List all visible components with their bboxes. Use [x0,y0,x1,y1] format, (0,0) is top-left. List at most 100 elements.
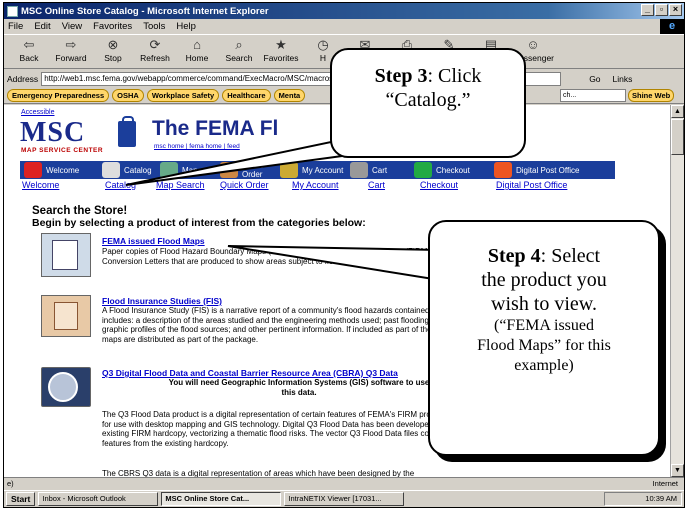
taskbar-item-msc-store[interactable]: MSC Online Store Cat... [161,492,282,506]
flood-maps-thumbnail[interactable] [41,233,91,277]
quick-order-icon [220,162,238,178]
toolbar-button-label: Home [185,53,209,63]
forward-arrow-icon: ⇨ [65,37,77,52]
step4-small-line1: (“FEMA issued [494,317,594,334]
nav-link-digital-post-office[interactable]: Digital Post Office [496,180,567,190]
nav-image-cart[interactable]: Cart [346,161,410,179]
menu-edit[interactable]: Edit [34,21,50,32]
nav-image-catalog[interactable]: Catalog [98,161,156,179]
accessible-link[interactable]: Accessible [21,109,54,116]
nav-image-checkout[interactable]: Checkout [410,161,490,179]
nav-text-links: Welcome Catalog Map Search Quick Order M… [20,180,620,192]
nav-link-my-account[interactable]: My Account [292,180,339,190]
fis-thumbnail[interactable] [41,295,91,337]
scrollbar-thumb[interactable] [671,119,684,155]
toolbar-button-label: Stop [104,53,122,63]
menu-view[interactable]: View [62,21,82,32]
menu-file[interactable]: File [8,21,23,32]
step4-text: : Select [540,245,601,267]
step4-label: Step 4 [487,245,541,267]
product-title-q3-data[interactable]: Q3 Digital Flood Data and Coastal Barrie… [102,368,398,378]
catalog-book-icon [102,162,120,178]
link-mental[interactable]: Menta [273,88,306,102]
nav-image-label: My Account [302,165,344,175]
msc-logo[interactable]: MSC [20,117,85,149]
header-mini-links[interactable]: msc home | fema home | feed [154,143,240,150]
shine-web-button[interactable]: Shine Web [628,89,675,102]
minimize-button[interactable]: _ [641,4,654,16]
maximize-button[interactable]: ▫ [655,4,668,16]
search-icon: ⌕ [235,37,243,52]
history-icon: ◷ [317,37,329,52]
nav-link-cart[interactable]: Cart [368,180,385,190]
map-sheet-icon [52,240,78,270]
favorites-icon: ★ [275,37,287,52]
address-label: Address [7,73,39,84]
step4-small-line3: example) [514,357,574,374]
step3-label: Step 3 [374,65,428,87]
system-tray-clock: 10:39 AM [604,492,682,506]
menu-help[interactable]: Help [176,21,196,32]
toolbar-button-refresh[interactable]: ⟳ Refresh [136,35,174,68]
taskbar: Start Inbox - Microsoft Outlook MSC Onli… [4,490,684,507]
title-bar[interactable]: MSC Online Store Catalog - Microsoft Int… [4,3,684,19]
toolbar-button-back[interactable]: ⇦ Back [10,35,48,68]
nav-link-map-search[interactable]: Map Search [156,180,205,190]
toolbar-button-label: Search [225,53,253,63]
link-osha[interactable]: OSHA [112,88,144,102]
study-report-icon [54,302,78,330]
page-title: The FEMA Fl [152,117,279,140]
toolbar-button-home[interactable]: ⌂ Home [178,35,216,68]
post-office-icon [494,162,512,178]
menu-favorites[interactable]: Favorites [93,21,132,32]
link-healthcare[interactable]: Healthcare [222,88,271,102]
toolbar-button-favorites[interactable]: ★ Favorites [262,35,300,68]
window-title: MSC Online Store Catalog - Microsoft Int… [21,5,269,17]
nav-image-quick-order[interactable]: Quick Order [216,161,276,179]
product-title-fis[interactable]: Flood Insurance Studies (FIS) [102,296,222,306]
toolbar-button-label: Back [19,53,39,63]
nav-link-catalog[interactable]: Catalog [105,180,136,190]
window-controls: _ ▫ × [641,4,682,16]
link-emergency-preparedness[interactable]: Emergency Preparedness [7,88,110,102]
start-button[interactable]: Start [6,492,36,506]
begin-instructions: Begin by selecting a product of interest… [32,217,366,229]
toolbar-button-stop[interactable]: ⊗ Stop [94,35,132,68]
links-button[interactable]: Links [613,74,633,84]
toolbar-search-input[interactable]: ch... [560,89,626,102]
link-workplace-safety[interactable]: Workplace Safety [146,88,220,102]
nav-image-digital-post-office[interactable]: Digital Post Office [490,161,610,179]
nav-image-welcome[interactable]: Welcome [20,161,98,179]
toolbar-button-search[interactable]: ⌕ Search [220,35,258,68]
nav-link-welcome[interactable]: Welcome [22,180,59,190]
toolbar-button-label: Refresh [140,53,170,63]
step3-line2: “Catalog.” [385,89,471,111]
stop-icon: ⊗ [107,37,119,52]
ie-logo-icon: e [660,19,684,35]
scroll-down-arrow-icon[interactable]: ▼ [671,464,684,477]
taskbar-item-outlook[interactable]: Inbox - Microsoft Outlook [38,492,159,506]
nav-image-strip: Welcome Catalog Map Quick Order My Accou… [20,161,615,179]
nav-image-label: Cart [372,165,388,175]
nav-link-quick-order[interactable]: Quick Order [220,180,269,190]
shopping-bag-icon [118,116,136,147]
nav-image-label: Map [182,165,198,175]
open-sign-icon [24,162,42,178]
nav-image-my-account[interactable]: My Account [276,161,346,179]
nav-image-label: Digital Post Office [516,165,580,175]
step4-line3: wish to view. [491,293,597,315]
go-button[interactable]: Go [589,74,600,84]
taskbar-item-intranetix[interactable]: IntraNETIX Viewer [17031... [284,492,405,506]
product-title-fema-flood-maps[interactable]: FEMA issued Flood Maps [102,236,205,246]
toolbar-button-forward[interactable]: ⇨ Forward [52,35,90,68]
close-button[interactable]: × [669,4,682,16]
vertical-scrollbar[interactable]: ▲ ▼ [670,105,684,477]
step4-line2: the product you [481,269,607,291]
menu-tools[interactable]: Tools [143,21,165,32]
callout-step3: Step 3: Click “Catalog.” [330,48,526,158]
msc-logo-subtitle: MAP SERVICE CENTER [21,147,104,154]
scroll-up-arrow-icon[interactable]: ▲ [671,105,684,118]
q3-data-thumbnail[interactable] [41,367,91,407]
nav-link-checkout[interactable]: Checkout [420,180,458,190]
nav-image-map[interactable]: Map [156,161,216,179]
